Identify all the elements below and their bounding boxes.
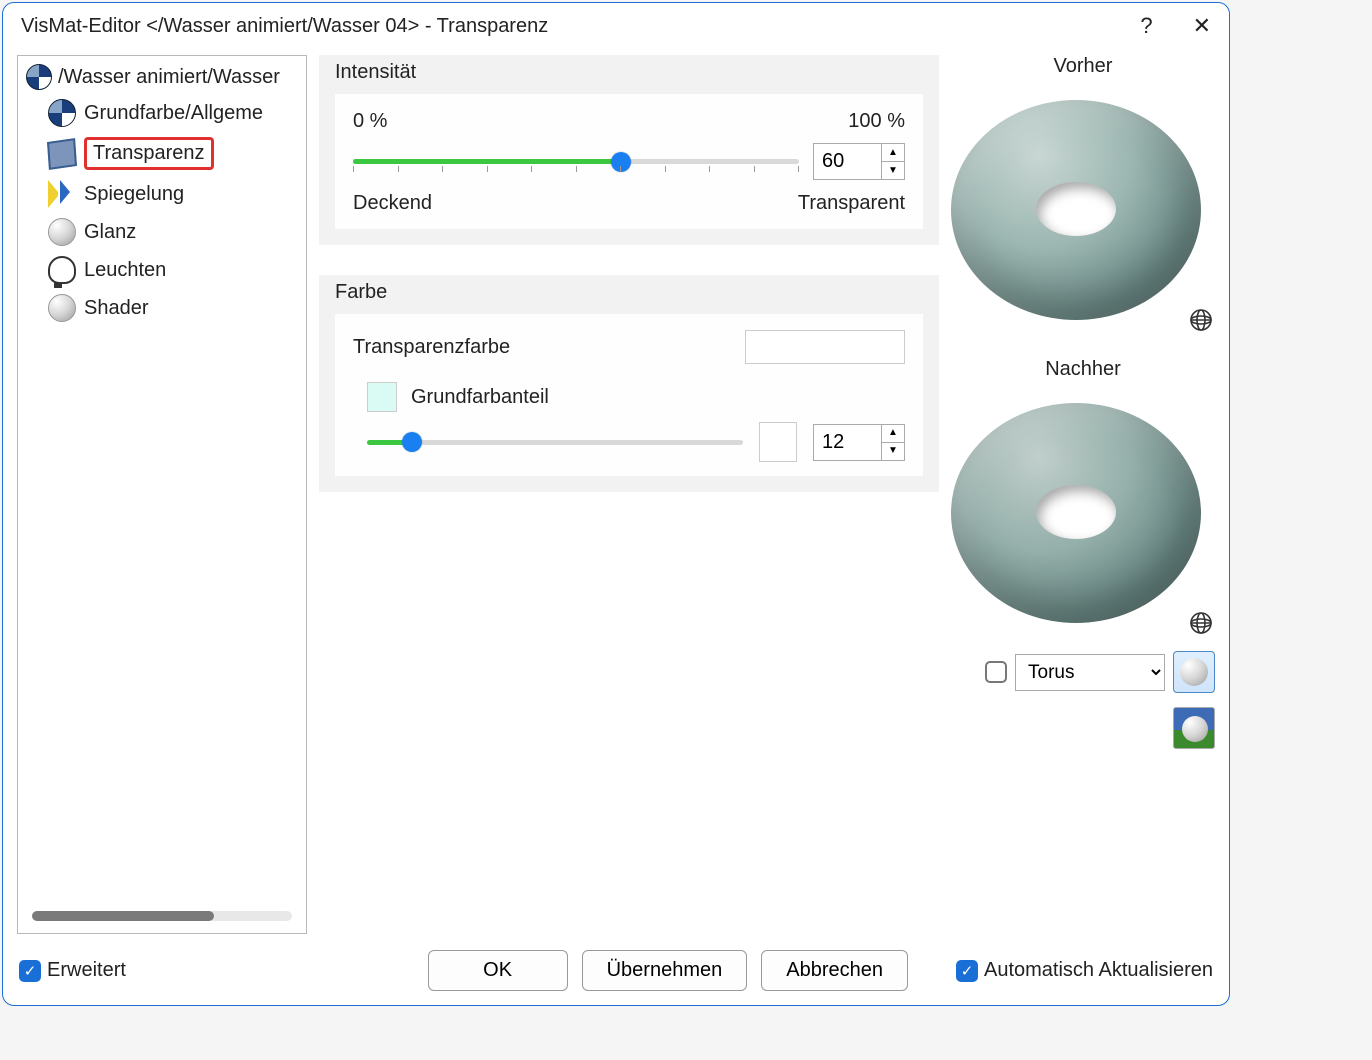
- erweitert-label: Erweitert: [47, 959, 126, 982]
- base-color-field[interactable]: [759, 422, 797, 462]
- preview-column: Vorher Nachher: [951, 55, 1215, 934]
- checkmark-icon: ✓: [956, 960, 978, 982]
- preview-after: [951, 393, 1201, 633]
- tree-item-glanz[interactable]: Glanz: [48, 213, 306, 251]
- intensity-spinner[interactable]: ▲ ▼: [813, 143, 905, 180]
- intensity-left-end: Deckend: [353, 192, 432, 215]
- bulb-icon: [48, 256, 76, 284]
- tree-item-transparenz[interactable]: Transparenz: [48, 132, 306, 175]
- tree-root-label: /Wasser animiert/Wasser: [58, 66, 280, 89]
- sphere-icon: [1180, 658, 1208, 686]
- apply-button[interactable]: Übernehmen: [582, 950, 748, 991]
- color-group-title: Farbe: [335, 281, 923, 304]
- sphere-icon: [48, 294, 76, 322]
- tree-item-spiegelung[interactable]: Spiegelung: [48, 175, 306, 213]
- transparency-color-swatch[interactable]: [745, 330, 905, 364]
- dialog-window: VisMat-Editor </Wasser animiert/Wasser 0…: [2, 2, 1230, 1006]
- preview-scene-button[interactable]: [1173, 707, 1215, 749]
- tree-item-label: Shader: [84, 297, 149, 320]
- tree-horizontal-scrollbar[interactable]: [32, 911, 292, 921]
- pie-icon: [26, 64, 52, 90]
- tree-item-leuchten[interactable]: Leuchten: [48, 251, 306, 289]
- mirror-icon: [48, 180, 76, 208]
- preview-shape-button[interactable]: [1173, 651, 1215, 693]
- base-color-spinner[interactable]: ▲ ▼: [813, 424, 905, 461]
- cube-icon: [47, 138, 77, 170]
- intensity-input[interactable]: [813, 143, 881, 180]
- help-icon[interactable]: ?: [1140, 13, 1152, 39]
- settings-main: Intensität 0 % 100 %: [319, 55, 939, 934]
- intensity-group: Intensität 0 % 100 %: [319, 55, 939, 245]
- pie-icon: [48, 99, 76, 127]
- tree-item-label: Grundfarbe/Allgeme: [84, 102, 263, 125]
- shape-checkbox[interactable]: [985, 661, 1007, 683]
- sphere-icon: [1182, 716, 1208, 742]
- intensity-right-end: Transparent: [798, 192, 905, 215]
- auto-update-label: Automatisch Aktualisieren: [984, 959, 1213, 982]
- tree-root[interactable]: /Wasser animiert/Wasser: [18, 60, 306, 94]
- intensity-group-title: Intensität: [335, 61, 923, 84]
- preview-before-label: Vorher: [1054, 55, 1113, 78]
- dialog-footer: ✓ Erweitert OK Übernehmen Abbrechen ✓ Au…: [3, 940, 1229, 1005]
- preview-after-label: Nachher: [1045, 358, 1121, 381]
- base-color-swatch[interactable]: [367, 382, 397, 412]
- globe-icon[interactable]: [1189, 611, 1213, 641]
- base-color-step-down[interactable]: ▼: [882, 442, 904, 460]
- base-color-input[interactable]: [813, 424, 881, 461]
- checkmark-icon: ✓: [19, 960, 41, 982]
- close-icon[interactable]: ✕: [1193, 13, 1211, 39]
- sphere-icon: [48, 218, 76, 246]
- scrollbar-thumb[interactable]: [32, 911, 214, 921]
- base-color-step-up[interactable]: ▲: [882, 425, 904, 442]
- globe-icon[interactable]: [1189, 308, 1213, 338]
- intensity-step-up[interactable]: ▲: [882, 144, 904, 161]
- intensity-max-label: 100 %: [848, 110, 905, 133]
- tree-item-label: Spiegelung: [84, 183, 184, 206]
- preview-before: [951, 90, 1201, 330]
- tree-panel: /Wasser animiert/Wasser Grundfarbe/Allge…: [17, 55, 307, 934]
- tree-item-shader[interactable]: Shader: [48, 289, 306, 327]
- tree-item-label: Leuchten: [84, 259, 166, 282]
- color-group: Farbe Transparenzfarbe Grundfarbanteil: [319, 275, 939, 492]
- tree-item-label: Glanz: [84, 221, 136, 244]
- base-color-share-label: Grundfarbanteil: [411, 386, 549, 409]
- cancel-button[interactable]: Abbrechen: [761, 950, 908, 991]
- intensity-slider[interactable]: [353, 150, 799, 174]
- shape-select[interactable]: Torus: [1015, 654, 1165, 691]
- ok-button[interactable]: OK: [428, 950, 568, 991]
- tree-item-label: Transparenz: [84, 137, 214, 170]
- tree-item-grundfarbe[interactable]: Grundfarbe/Allgeme: [48, 94, 306, 132]
- intensity-min-label: 0 %: [353, 110, 387, 133]
- titlebar: VisMat-Editor </Wasser animiert/Wasser 0…: [3, 3, 1229, 45]
- transparency-color-label: Transparenzfarbe: [353, 336, 510, 359]
- auto-update-checkbox[interactable]: ✓ Automatisch Aktualisieren: [956, 959, 1213, 982]
- slider-thumb[interactable]: [402, 432, 422, 452]
- base-color-slider[interactable]: [367, 430, 743, 454]
- window-title: VisMat-Editor </Wasser animiert/Wasser 0…: [21, 15, 548, 38]
- erweitert-checkbox[interactable]: ✓ Erweitert: [19, 959, 126, 982]
- intensity-step-down[interactable]: ▼: [882, 161, 904, 179]
